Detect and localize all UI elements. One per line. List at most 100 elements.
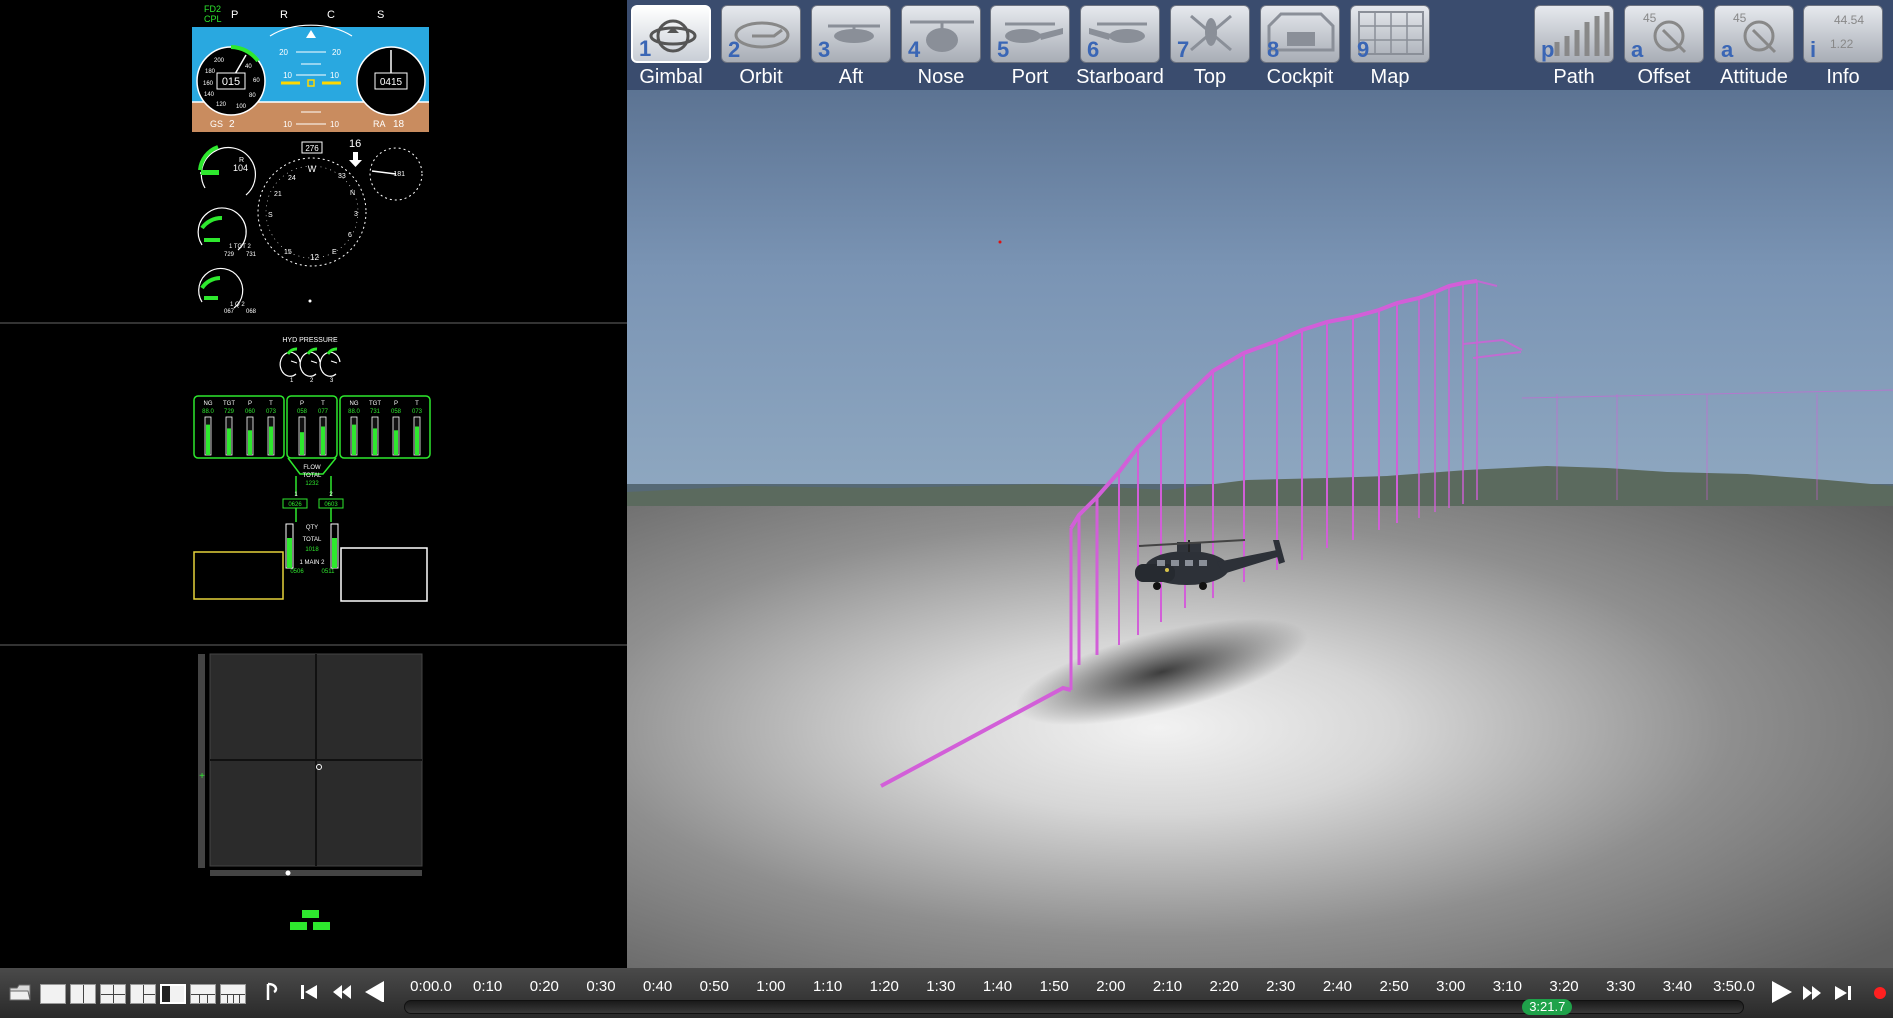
camera-button-label: Orbit xyxy=(739,66,783,88)
camera-cockpit-button[interactable]: 8 Cockpit xyxy=(1259,4,1341,88)
engine-gauge-label: T xyxy=(415,401,419,407)
layout-single-button[interactable] xyxy=(40,984,66,1004)
speed-tick-100: 100 xyxy=(236,104,247,110)
timeline-tick-label: 0:20 xyxy=(529,978,559,995)
engine-gauge-value: 88.0 xyxy=(348,409,360,415)
pfd-svg: FD2 CPL P R C S 20 20 10 10 10 10 015 20… xyxy=(192,4,429,315)
camera-top-button[interactable]: 7 Top xyxy=(1169,4,1251,88)
camera-info-button[interactable]: 44.54 1.22 i Info xyxy=(1802,4,1884,88)
engine-fuel-panel: HYD PRESSURE 1 2 3 NG 88.0 TGT 729 P 060… xyxy=(0,324,627,646)
gs-value: 2 xyxy=(229,119,235,130)
layout-left-column-button[interactable] xyxy=(160,984,186,1004)
camera-path-button[interactable]: p Path xyxy=(1533,4,1615,88)
camera-button-label: Offset xyxy=(1637,66,1691,88)
speed-tick-160: 160 xyxy=(203,81,214,87)
layout-rows-button[interactable] xyxy=(190,984,216,1004)
timeline-tick-label: 0:00.0 xyxy=(410,978,452,995)
layout-columns-button[interactable] xyxy=(220,984,246,1004)
timeline-tick-label: 2:20 xyxy=(1209,978,1239,995)
altimeter-dial: 0415 xyxy=(356,46,426,116)
timeline-tick-label: 3:50.0 xyxy=(1713,978,1755,995)
timeline-tick-label: 3:10 xyxy=(1492,978,1522,995)
compass-15: 15 xyxy=(284,249,292,256)
engine-gauge-label: T xyxy=(269,401,273,407)
fast-forward-icon[interactable] xyxy=(1800,981,1824,1005)
timeline-tick-label: 1:20 xyxy=(869,978,899,995)
pfd-mode-c: C xyxy=(327,9,335,21)
timeline-tick-label: 2:30 xyxy=(1266,978,1296,995)
compass-3: 3 xyxy=(354,211,358,218)
skip-to-start-icon[interactable] xyxy=(298,980,320,1004)
compass-12: 12 xyxy=(310,253,319,262)
record-icon[interactable] xyxy=(1873,986,1887,1000)
flow-tank-1-label: 1 xyxy=(294,492,298,498)
qty-label: QTY xyxy=(306,525,318,531)
timeline-tick-label: 1:30 xyxy=(926,978,956,995)
airspeed-dial: 015 200 40 60 80 100 120 140 160 180 xyxy=(196,45,266,116)
timeline-scrubber[interactable]: 0:00.0 0:10 0:20 0:30 0:40 0:50 1:00 1:10 1:20 1:… xyxy=(404,974,1755,1016)
layout-grid-button[interactable] xyxy=(100,984,126,1004)
engine-gauge-value: 073 xyxy=(412,409,423,415)
camera-map-button[interactable]: 9 Map xyxy=(1349,4,1431,88)
primary-flight-display-panel: FD2 CPL P R C S 20 20 10 10 10 10 015 20… xyxy=(0,0,627,324)
helicopter-top-icon: 7 xyxy=(1170,5,1250,63)
play-icon[interactable] xyxy=(1768,978,1794,1006)
hyd-number-2: 2 xyxy=(310,378,314,384)
hyd-gauges: 1 2 3 xyxy=(279,347,341,384)
pitch-label-neg10-left: 10 xyxy=(283,120,292,129)
camera-offset-button[interactable]: 45 a Offset xyxy=(1623,4,1705,88)
timeline-tick-label: 2:00 xyxy=(1096,978,1126,995)
rewind-icon[interactable] xyxy=(330,980,354,1004)
pfd-mode-p: P xyxy=(231,9,238,21)
instrument-column: FD2 CPL P R C S 20 20 10 10 10 10 015 20… xyxy=(0,0,627,968)
engine-gauge-label: TGT xyxy=(223,401,235,407)
camera-attitude-button[interactable]: 45 a Attitude xyxy=(1713,4,1795,88)
skip-to-end-icon[interactable] xyxy=(1832,981,1854,1005)
engine-gauge-value: 88.0 xyxy=(202,409,214,415)
scene-svg[interactable] xyxy=(627,0,1893,968)
pitch-label-neg10-right: 10 xyxy=(330,120,339,129)
3d-scene-view[interactable] xyxy=(627,0,1893,968)
timeline-tick-label: 2:10 xyxy=(1152,978,1183,995)
cockpit-icon: 8 xyxy=(1260,5,1340,63)
oil-mid-gauges: P 058 T 077 xyxy=(286,395,338,459)
hyd-number-3: 3 xyxy=(330,378,334,384)
compass-33: 33 xyxy=(338,173,346,180)
camera-gimbal-button[interactable]: 1 Gimbal xyxy=(630,4,712,88)
svg-text:45: 45 xyxy=(1643,11,1657,25)
altimeter-readout: 0415 xyxy=(380,77,403,88)
undo-icon[interactable] xyxy=(262,980,282,1004)
timeline-tick-label: 2:40 xyxy=(1322,978,1353,995)
aux-tank-right-box xyxy=(340,547,428,602)
speed-tick-200: 200 xyxy=(214,58,225,64)
compass-6: 6 xyxy=(348,232,352,239)
speed-tick-40: 40 xyxy=(245,64,252,70)
layout-split-vertical-button[interactable] xyxy=(70,984,96,1004)
engine-gauge-bar-fill xyxy=(269,426,273,455)
wind-arrow-icon xyxy=(349,152,362,167)
camera-nose-button[interactable]: 4 Nose xyxy=(900,4,982,88)
camera-hotkey: a xyxy=(1631,37,1644,62)
open-folder-icon[interactable] xyxy=(8,980,32,1004)
camera-button-label: Nose xyxy=(917,66,965,88)
slider-marker-icon xyxy=(285,870,291,876)
camera-orbit-button[interactable]: 2 Orbit xyxy=(720,4,802,88)
layout-three-pane-button[interactable] xyxy=(130,984,156,1004)
camera-button-label: Port xyxy=(1011,66,1049,88)
timeline-current-time[interactable]: 3:21.7 xyxy=(1522,999,1573,1015)
qty-total-value: 1018 xyxy=(305,547,319,553)
play-reverse-icon[interactable] xyxy=(362,978,386,1002)
engine-gauge-label: P xyxy=(394,401,398,407)
engine-gauge-bar-fill xyxy=(300,432,304,455)
camera-aft-button[interactable]: 3 Aft xyxy=(810,4,892,88)
camera-port-button[interactable]: 5 Port xyxy=(989,4,1071,88)
pitch-label-20-right: 20 xyxy=(332,48,341,57)
pitch-label-10-right: 10 xyxy=(330,71,339,80)
playback-bar: 0:00.0 0:10 0:20 0:30 0:40 0:50 1:00 1:10 1:20 1:… xyxy=(0,968,1893,1018)
speed-tick-180: 180 xyxy=(205,69,216,75)
camera-starboard-button[interactable]: 6 Starboard xyxy=(1076,4,1164,88)
pitch-label-20-left: 20 xyxy=(279,48,288,57)
camera-hotkey: p xyxy=(1541,37,1555,62)
speed-tick-60: 60 xyxy=(253,78,260,84)
engine-gauge-value: 731 xyxy=(370,409,381,415)
